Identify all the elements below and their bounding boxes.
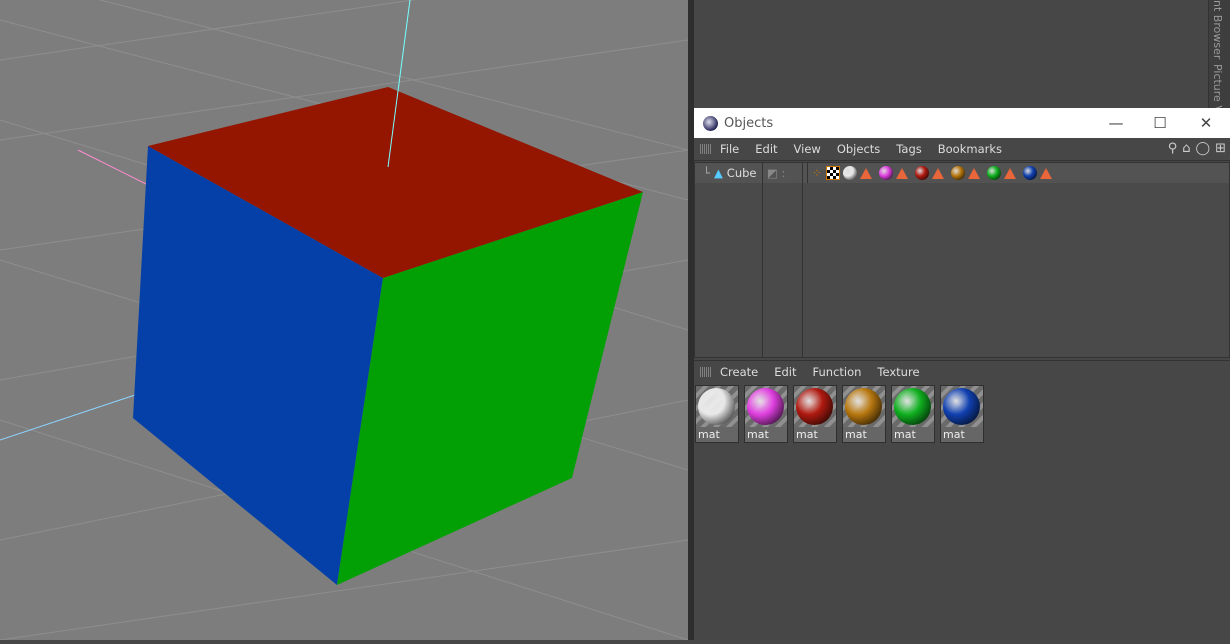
material-name: mat bbox=[696, 427, 738, 442]
menu-function[interactable]: Function bbox=[813, 365, 862, 379]
minimize-button[interactable]: — bbox=[1106, 114, 1126, 132]
search-icon[interactable]: ⚲ bbox=[1168, 141, 1178, 156]
material-manager: Create Edit Function Texture mat mat mat ma… bbox=[694, 360, 1230, 641]
menu-edit[interactable]: Edit bbox=[774, 365, 796, 379]
title-bar: Objects — ☐ ✕ bbox=[694, 108, 1230, 138]
material-swatch[interactable]: mat bbox=[891, 385, 935, 443]
viewport-scene bbox=[0, 0, 689, 641]
z-axis-line bbox=[77, 149, 149, 186]
grip-icon[interactable] bbox=[700, 144, 712, 154]
phong-tag-icon[interactable] bbox=[1039, 167, 1052, 179]
material-tag-icon[interactable] bbox=[950, 166, 965, 180]
window-title: Objects bbox=[724, 115, 774, 131]
material-swatch[interactable]: mat bbox=[744, 385, 788, 443]
material-tag-icon[interactable] bbox=[842, 166, 857, 180]
close-button[interactable]: ✕ bbox=[1196, 114, 1216, 132]
empty-panel bbox=[694, 0, 1208, 108]
material-tag-icon[interactable] bbox=[1022, 166, 1037, 180]
material-menu-bar: Create Edit Function Texture bbox=[694, 361, 1230, 383]
material-name: mat bbox=[941, 427, 983, 442]
objects-menu-bar: File Edit View Objects Tags Bookmarks ⚲ ⌂… bbox=[694, 138, 1230, 161]
material-preview bbox=[894, 388, 931, 425]
cinema4d-logo-icon bbox=[703, 115, 718, 131]
maximize-button[interactable]: ☐ bbox=[1150, 114, 1170, 132]
phong-tag-icon[interactable] bbox=[967, 167, 980, 179]
cube-object-icon: ▲ bbox=[713, 166, 723, 180]
grip-icon[interactable] bbox=[700, 367, 712, 377]
menu-create[interactable]: Create bbox=[720, 365, 758, 379]
material-preview bbox=[845, 388, 882, 425]
material-tag-icon[interactable] bbox=[878, 166, 893, 180]
material-swatch[interactable]: mat bbox=[940, 385, 984, 443]
menu-file[interactable]: File bbox=[720, 142, 739, 156]
texture-tag-icon[interactable] bbox=[825, 166, 840, 180]
material-name: mat bbox=[794, 427, 836, 442]
side-tabs: nt Browser Picture V bbox=[1208, 0, 1230, 113]
tab-picture-viewer[interactable]: Picture V bbox=[1211, 64, 1224, 113]
xpresso-tag-icon[interactable]: ⁘ bbox=[812, 166, 822, 180]
menu-tags[interactable]: Tags bbox=[896, 142, 921, 156]
material-preview bbox=[698, 388, 735, 425]
material-swatch[interactable]: mat bbox=[695, 385, 739, 443]
objects-window: Objects — ☐ ✕ File Edit View Objects Tag… bbox=[694, 108, 1230, 358]
menu-view[interactable]: View bbox=[794, 142, 821, 156]
menu-texture[interactable]: Texture bbox=[877, 365, 919, 379]
material-name: mat bbox=[892, 427, 934, 442]
material-name: mat bbox=[843, 427, 885, 442]
material-preview bbox=[796, 388, 833, 425]
home-icon[interactable]: ⌂ bbox=[1182, 141, 1190, 156]
menu-bookmarks[interactable]: Bookmarks bbox=[938, 142, 1002, 156]
object-list[interactable]: └ ▲ Cube ◩ : ⁘ bbox=[694, 162, 1230, 358]
material-swatch[interactable]: mat bbox=[842, 385, 886, 443]
phong-tag-icon[interactable] bbox=[895, 167, 908, 179]
menu-edit[interactable]: Edit bbox=[755, 142, 777, 156]
object-name[interactable]: Cube bbox=[727, 166, 757, 180]
tag-list: ⁘ bbox=[808, 166, 1059, 180]
3d-viewport[interactable] bbox=[0, 0, 689, 641]
material-tag-icon[interactable] bbox=[986, 166, 1001, 180]
phong-tag-icon[interactable] bbox=[1003, 167, 1016, 179]
object-row-cube[interactable]: └ ▲ Cube ◩ : ⁘ bbox=[695, 163, 1229, 183]
menu-objects[interactable]: Objects bbox=[837, 142, 880, 156]
new-window-icon[interactable]: ⊞ bbox=[1215, 141, 1226, 156]
material-preview bbox=[747, 388, 784, 425]
eye-icon[interactable]: ◯ bbox=[1196, 141, 1211, 156]
material-preview bbox=[943, 388, 980, 425]
material-tag-icon[interactable] bbox=[914, 166, 929, 180]
material-swatch[interactable]: mat bbox=[793, 385, 837, 443]
phong-tag-icon[interactable] bbox=[859, 167, 872, 179]
material-name: mat bbox=[745, 427, 787, 442]
tab-content-browser[interactable]: nt Browser bbox=[1211, 0, 1224, 59]
phong-tag-icon[interactable] bbox=[931, 167, 944, 179]
